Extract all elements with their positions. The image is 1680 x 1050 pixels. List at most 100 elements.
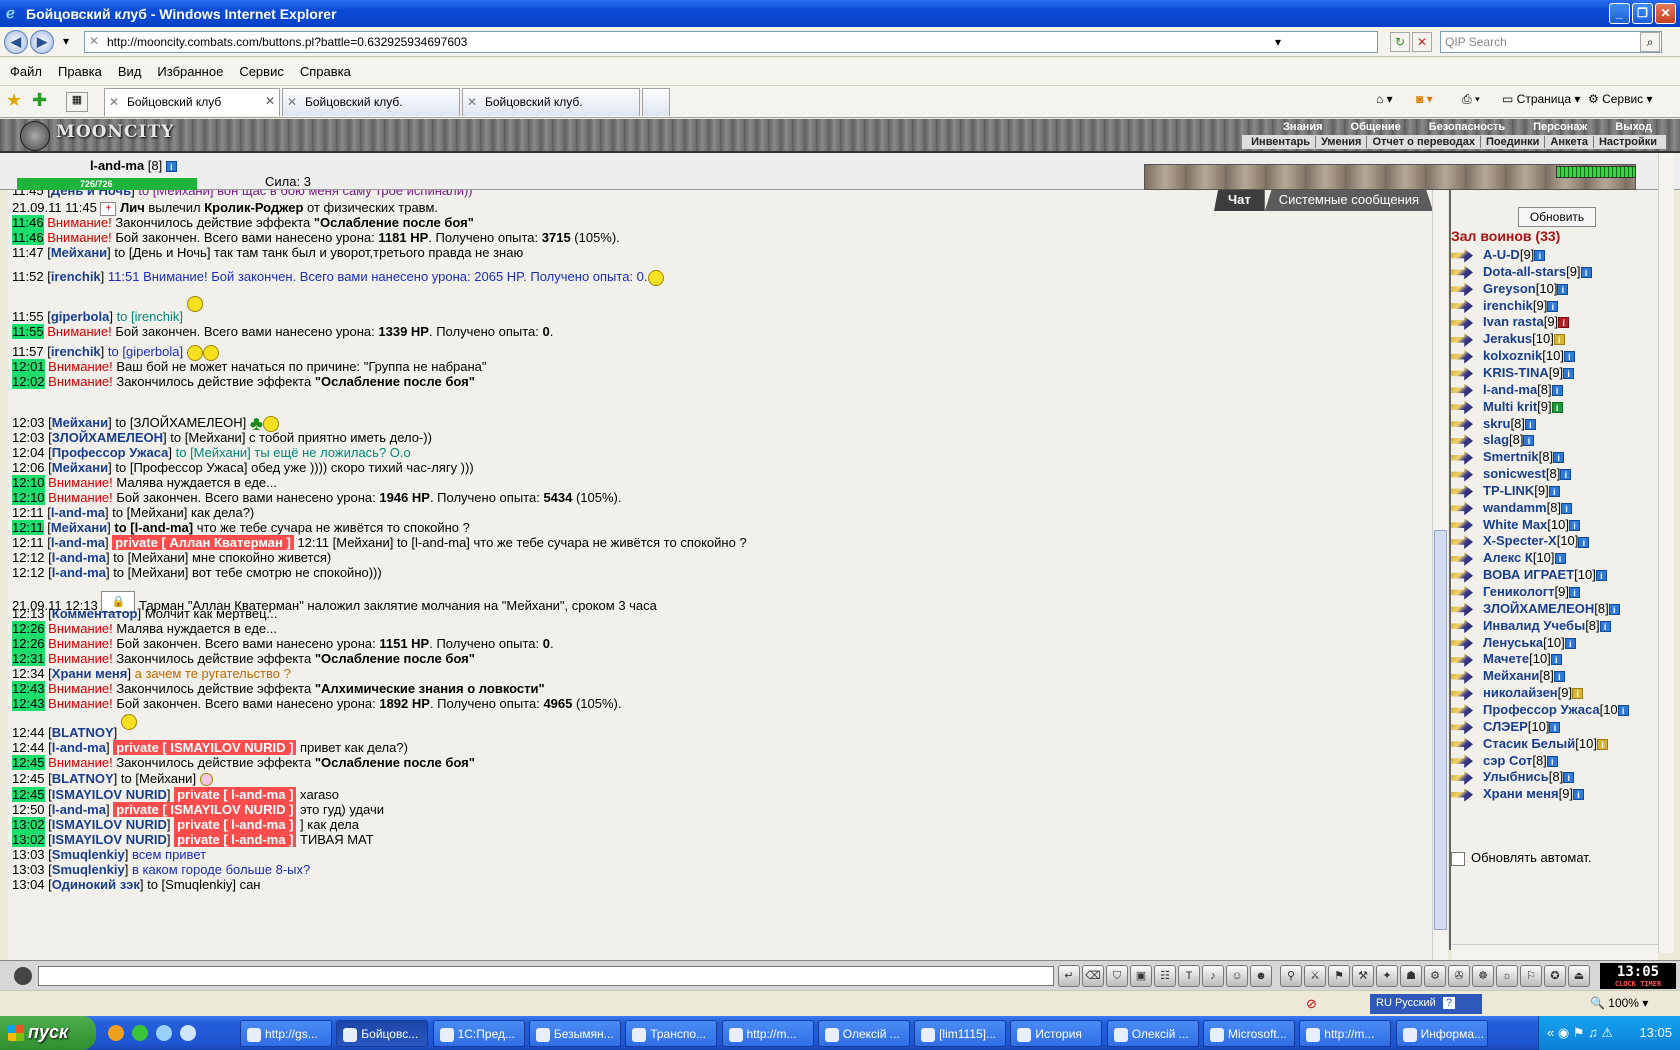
room-user[interactable]: Инвалид Учебы[8] i (1451, 618, 1611, 634)
private-message-arrow-icon[interactable] (1451, 703, 1473, 718)
room-user[interactable]: slag[8] i (1451, 432, 1535, 448)
user-info-icon[interactable]: i (1580, 266, 1592, 278)
private-message-arrow-icon[interactable] (1451, 585, 1473, 600)
nav-communication[interactable]: Общение (1337, 121, 1415, 133)
private-message-arrow-icon[interactable] (1451, 720, 1473, 735)
subnav-settings[interactable]: Настройки (1594, 136, 1662, 148)
tab-system-messages[interactable]: Системные сообщения (1264, 190, 1434, 211)
chat-scrollbar[interactable] (1432, 190, 1448, 960)
favorites-star-icon[interactable]: ★ (6, 90, 22, 111)
slot-9-icon[interactable]: ☸ (1472, 965, 1494, 987)
private-message-arrow-icon[interactable] (1451, 366, 1473, 381)
player-name[interactable]: l-and-ma [8] i (90, 158, 177, 173)
private-message-arrow-icon[interactable] (1451, 669, 1473, 684)
page-menu[interactable]: ▭ Страница ▾ (1502, 92, 1580, 106)
private-message-arrow-icon[interactable] (1451, 518, 1473, 533)
private-message-arrow-icon[interactable] (1451, 501, 1473, 516)
subnav-battles[interactable]: Поединки (1481, 136, 1546, 148)
private-message-arrow-icon[interactable] (1451, 484, 1473, 499)
auto-refresh-checkbox[interactable] (1451, 851, 1465, 866)
room-user[interactable]: Улыбнись[8] i (1451, 769, 1575, 785)
subnav-transfers[interactable]: Отчет о переводах (1367, 136, 1481, 148)
slot-8-icon[interactable]: ✇ (1448, 965, 1470, 987)
user-info-icon[interactable]: i (1549, 721, 1561, 733)
room-user[interactable]: X-Specter-X[10] i (1451, 533, 1590, 549)
room-user[interactable]: Профессор Ужаса[10 i (1451, 702, 1629, 718)
user-info-icon[interactable]: i (1558, 317, 1570, 329)
user-info-icon[interactable]: i (1551, 384, 1563, 396)
room-user[interactable]: Геникологт[9] i (1451, 584, 1581, 600)
slot-4-icon[interactable]: ⚒ (1352, 965, 1374, 987)
taskbar-item[interactable]: Бойцовс... (336, 1020, 429, 1047)
private-message-arrow-icon[interactable] (1451, 349, 1473, 364)
clear-icon[interactable]: ⌫ (1082, 965, 1104, 987)
room-user[interactable]: irenchik[9] i (1451, 298, 1559, 314)
user-info-icon[interactable]: i (1561, 502, 1573, 514)
user-info-icon[interactable]: i (1554, 553, 1566, 565)
slot-10-icon[interactable]: ☼ (1496, 965, 1518, 987)
user-info-icon[interactable]: i (1553, 452, 1565, 464)
minimize-button[interactable]: _ (1609, 3, 1630, 24)
refresh-room-button[interactable]: Обновить (1518, 207, 1596, 227)
user-info-icon[interactable]: i (1553, 334, 1565, 346)
room-user[interactable]: Ivan rasta[9] i (1451, 314, 1570, 330)
slot-3-icon[interactable]: ⚑ (1328, 965, 1350, 987)
private-message-arrow-icon[interactable] (1451, 770, 1473, 785)
user-info-icon[interactable]: i (1568, 519, 1580, 531)
tab-close-icon[interactable]: ✕ (265, 94, 275, 108)
history-dropdown-icon[interactable]: ▾ (56, 32, 76, 52)
user-info-icon[interactable]: i (1548, 485, 1560, 497)
chat-scroll-thumb[interactable] (1434, 530, 1447, 930)
private-message-arrow-icon[interactable] (1451, 619, 1473, 634)
exit-icon[interactable]: ⏏ (1568, 965, 1590, 987)
user-info-icon[interactable]: i (1596, 738, 1608, 750)
subnav-skills[interactable]: Умения (1316, 136, 1368, 148)
room-user[interactable]: Ленуська[10] i (1451, 635, 1576, 651)
nav-character[interactable]: Персонаж (1519, 121, 1601, 133)
room-user[interactable]: Dota-all-stars[9] i (1451, 264, 1592, 280)
user-info-icon[interactable]: i (1595, 570, 1607, 582)
room-user[interactable]: ЗЛОЙХАМЕЛЕОН[8] i (1451, 601, 1620, 617)
feeds-icon[interactable]: ◙ ▾ (1416, 92, 1433, 106)
private-message-arrow-icon[interactable] (1451, 551, 1473, 566)
auto-refresh-toggle[interactable]: Обновлять автомат. (1451, 850, 1591, 866)
private-message-arrow-icon[interactable] (1451, 315, 1473, 330)
user-info-icon[interactable]: i (1550, 654, 1562, 666)
private-message-arrow-icon[interactable] (1451, 383, 1473, 398)
room-hscrollbar[interactable] (1452, 944, 1658, 960)
taskbar-item[interactable]: Олексій ... (1106, 1020, 1199, 1047)
slot-5-icon[interactable]: ✦ (1376, 965, 1398, 987)
user-info-icon[interactable]: i (1599, 620, 1611, 632)
private-message-arrow-icon[interactable] (1451, 248, 1473, 263)
private-message-arrow-icon[interactable] (1451, 787, 1473, 802)
taskbar-item[interactable]: [lim1115]... (914, 1020, 1007, 1047)
private-message-arrow-icon[interactable] (1451, 636, 1473, 651)
menu-help[interactable]: Справка (300, 64, 351, 79)
save-icon[interactable]: ▣ (1130, 965, 1152, 987)
private-message-arrow-icon[interactable] (1451, 467, 1473, 482)
user-info-icon[interactable]: i (1573, 789, 1585, 801)
private-message-arrow-icon[interactable] (1451, 450, 1473, 465)
room-user[interactable]: Multi krit[9] i (1451, 399, 1563, 415)
user-info-icon[interactable]: i (1534, 250, 1546, 262)
search-icon[interactable]: ⌕ (1640, 32, 1660, 52)
slot-6-icon[interactable]: ☗ (1400, 965, 1422, 987)
help-icon[interactable]: ? (1442, 997, 1455, 1009)
room-user[interactable]: l-and-ma[8] i (1451, 382, 1563, 398)
menu-tools[interactable]: Сервис (239, 64, 284, 79)
user-info-icon[interactable]: i (1569, 587, 1581, 599)
quicklaunch-icon[interactable] (108, 1025, 124, 1041)
room-user[interactable]: KRIS-TINA[9] i (1451, 365, 1575, 381)
users-icon[interactable]: ☻ (1250, 965, 1272, 987)
taskbar-item[interactable]: Олексій ... (817, 1020, 910, 1047)
start-button[interactable]: пуск (0, 1016, 96, 1050)
user-info-icon[interactable]: i (1553, 671, 1565, 683)
taskbar-item[interactable]: Информа... (1395, 1020, 1488, 1047)
quick-tabs-icon[interactable]: ▦ (66, 92, 88, 112)
tray-icons[interactable]: « ◉ ⚑ ♫ ⚠ (1547, 1025, 1613, 1041)
refresh-icon[interactable]: ↻ (1390, 32, 1410, 52)
nav-exit[interactable]: Выход (1601, 121, 1666, 133)
send-icon[interactable]: ↵ (1058, 965, 1080, 987)
room-user[interactable]: Мачете[10] i (1451, 651, 1562, 667)
room-user[interactable]: ВОВА ИГРАЕТ[10] i (1451, 567, 1607, 583)
